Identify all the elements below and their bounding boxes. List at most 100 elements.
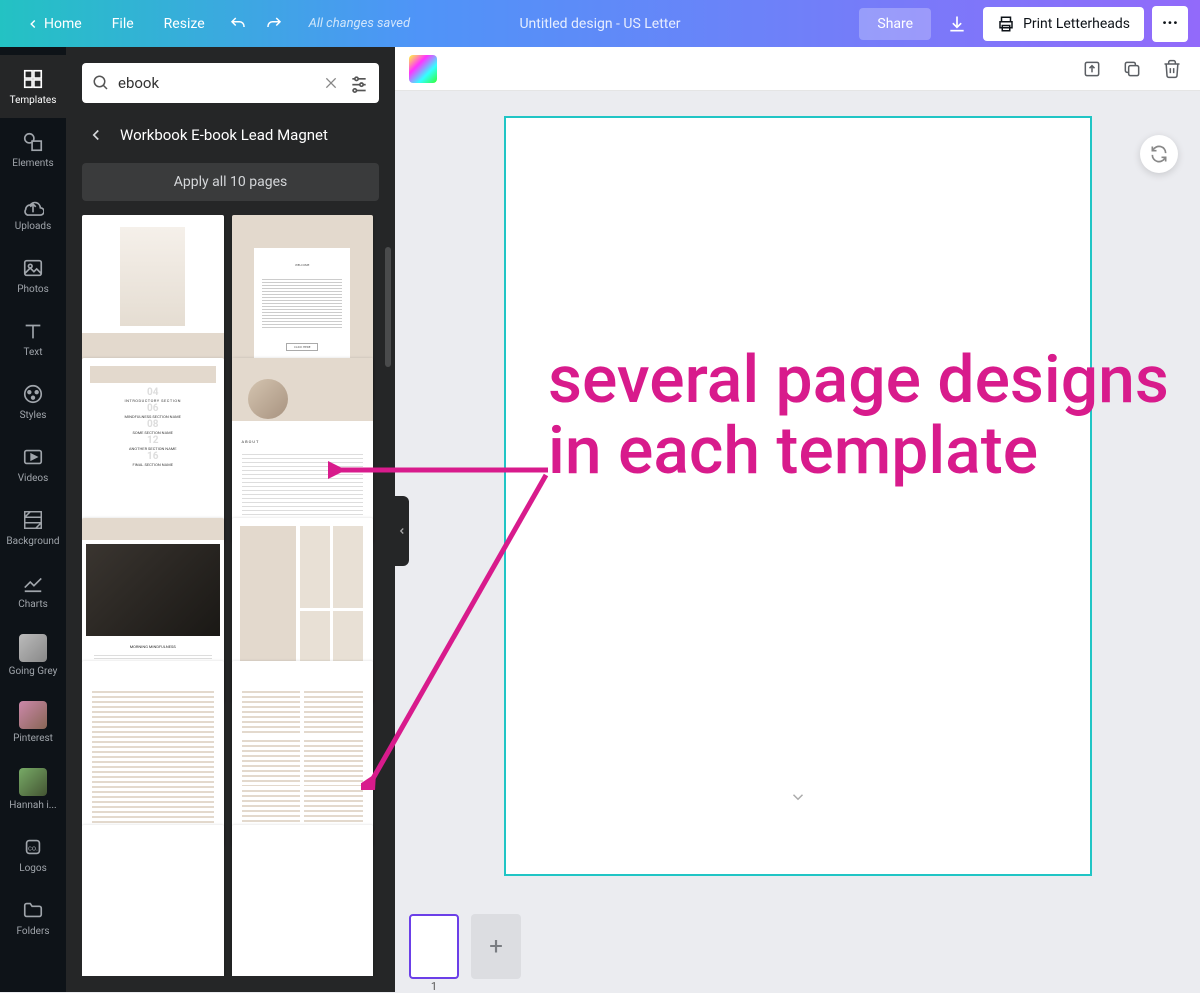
file-menu[interactable]: File — [98, 10, 148, 38]
redo-icon — [265, 15, 283, 33]
sidebar-item-charts[interactable]: Charts — [0, 559, 66, 622]
chevron-left-icon — [87, 126, 105, 144]
sidebar-item-going-grey[interactable]: Going Grey — [0, 622, 66, 689]
download-button[interactable] — [939, 6, 975, 42]
svg-text:co.: co. — [28, 844, 38, 853]
save-status: All changes saved — [309, 16, 410, 31]
undo-button[interactable] — [221, 7, 255, 41]
duplicate-button[interactable] — [1118, 55, 1146, 83]
page-thumbnail[interactable]: 1 — [409, 914, 459, 979]
share-button[interactable]: Share — [859, 8, 931, 40]
elements-icon — [22, 131, 44, 153]
folder-avatar — [19, 701, 47, 729]
sidebar-label: Photos — [17, 284, 49, 295]
folder-avatar — [19, 634, 47, 662]
apply-all-pages-button[interactable]: Apply all 10 pages — [82, 163, 379, 201]
panel-back-button[interactable] — [82, 121, 110, 149]
sidebar-label: Background — [6, 536, 59, 547]
templates-icon — [22, 68, 44, 90]
template-page-thumb[interactable] — [82, 825, 224, 976]
sidebar-label: Folders — [16, 926, 49, 937]
canvas-toolbar — [395, 47, 1200, 91]
sidebar-label: Pinterest — [13, 733, 53, 744]
print-label: Print Letterheads — [1023, 16, 1130, 32]
template-page-thumb[interactable]: 04INTRODUCTORY SECTION 06MINDFULNESS SEC… — [82, 358, 224, 542]
refresh-icon — [1149, 144, 1169, 164]
sidebar-label: Uploads — [15, 221, 51, 232]
export-icon — [1082, 59, 1102, 79]
sidebar-label: Text — [23, 347, 42, 358]
sidebar-item-elements[interactable]: Elements — [0, 118, 66, 181]
sidebar-label: Going Grey — [9, 666, 58, 677]
more-button[interactable]: ··· — [1152, 6, 1188, 42]
sidebar-item-logos[interactable]: co. Logos — [0, 823, 66, 886]
ellipsis-icon: ··· — [1162, 13, 1178, 34]
print-icon — [997, 15, 1015, 33]
plus-icon: + — [489, 932, 503, 960]
template-thumbnails: MINDFULNESS IN 7 DAYS WELCOMECLICK HERE … — [82, 215, 379, 976]
charts-icon — [22, 572, 44, 594]
regenerate-button[interactable] — [1140, 135, 1178, 173]
sidebar-label: Charts — [18, 599, 48, 610]
sidebar-item-hannah[interactable]: Hannah i... — [0, 756, 66, 823]
duplicate-icon — [1122, 59, 1142, 79]
trash-icon — [1162, 59, 1182, 79]
background-color-swatch[interactable] — [409, 55, 437, 83]
sidebar-item-templates[interactable]: Templates — [0, 55, 66, 118]
text-icon — [22, 320, 44, 342]
sidebar-item-photos[interactable]: Photos — [0, 244, 66, 307]
delete-button[interactable] — [1158, 55, 1186, 83]
download-icon — [947, 14, 967, 34]
redo-button[interactable] — [257, 7, 291, 41]
home-label: Home — [44, 16, 82, 32]
template-page-thumb[interactable] — [82, 661, 224, 845]
sidebar-label: Styles — [20, 410, 47, 421]
chevron-left-icon — [397, 526, 407, 536]
folder-avatar — [19, 768, 47, 796]
sidebar-item-pinterest[interactable]: Pinterest — [0, 689, 66, 756]
left-sidebar: Templates Elements Uploads Photos Text S… — [0, 47, 66, 992]
resize-menu[interactable]: Resize — [150, 10, 219, 38]
photos-icon — [22, 257, 44, 279]
sidebar-label: Elements — [12, 158, 53, 169]
document-title[interactable]: Untitled design - US Letter — [519, 16, 680, 32]
sidebar-label: Templates — [10, 95, 57, 106]
add-page-button[interactable]: + — [471, 914, 521, 979]
page-expand-button[interactable] — [789, 788, 807, 806]
panel-collapse-button[interactable] — [395, 496, 409, 566]
uploads-icon — [22, 194, 44, 216]
clear-icon[interactable] — [323, 75, 339, 91]
sidebar-label: Logos — [19, 863, 47, 874]
background-icon — [22, 509, 44, 531]
search-icon — [92, 74, 110, 92]
template-set-title: Workbook E-book Lead Magnet — [120, 126, 328, 144]
chevron-left-icon — [26, 17, 40, 31]
top-menu-bar: Home File Resize All changes saved Untit… — [0, 0, 1200, 47]
sidebar-item-folders[interactable]: Folders — [0, 886, 66, 949]
videos-icon — [22, 446, 44, 468]
home-button[interactable]: Home — [12, 10, 96, 38]
canvas-area: 1 + — [395, 47, 1200, 992]
sidebar-item-text[interactable]: Text — [0, 307, 66, 370]
undo-icon — [229, 15, 247, 33]
sidebar-label: Hannah i... — [9, 800, 56, 811]
page-strip: 1 + — [395, 900, 1200, 992]
print-button[interactable]: Print Letterheads — [983, 7, 1144, 41]
logos-icon: co. — [22, 836, 44, 858]
panel-scrollbar[interactable] — [385, 247, 391, 367]
filter-icon[interactable] — [349, 73, 369, 93]
sidebar-item-uploads[interactable]: Uploads — [0, 181, 66, 244]
template-page-thumb[interactable] — [232, 825, 374, 976]
template-page-thumb[interactable] — [232, 661, 374, 845]
sidebar-item-background[interactable]: Background — [0, 496, 66, 559]
template-page-thumb[interactable]: ABOUT — [232, 358, 374, 542]
chevron-down-icon — [789, 788, 807, 806]
sidebar-item-videos[interactable]: Videos — [0, 433, 66, 496]
sidebar-item-styles[interactable]: Styles — [0, 370, 66, 433]
search-box[interactable] — [82, 63, 379, 103]
search-input[interactable] — [118, 74, 323, 92]
sidebar-label: Videos — [18, 473, 49, 484]
design-page[interactable] — [504, 116, 1092, 876]
export-button[interactable] — [1078, 55, 1106, 83]
page-number: 1 — [431, 980, 437, 993]
